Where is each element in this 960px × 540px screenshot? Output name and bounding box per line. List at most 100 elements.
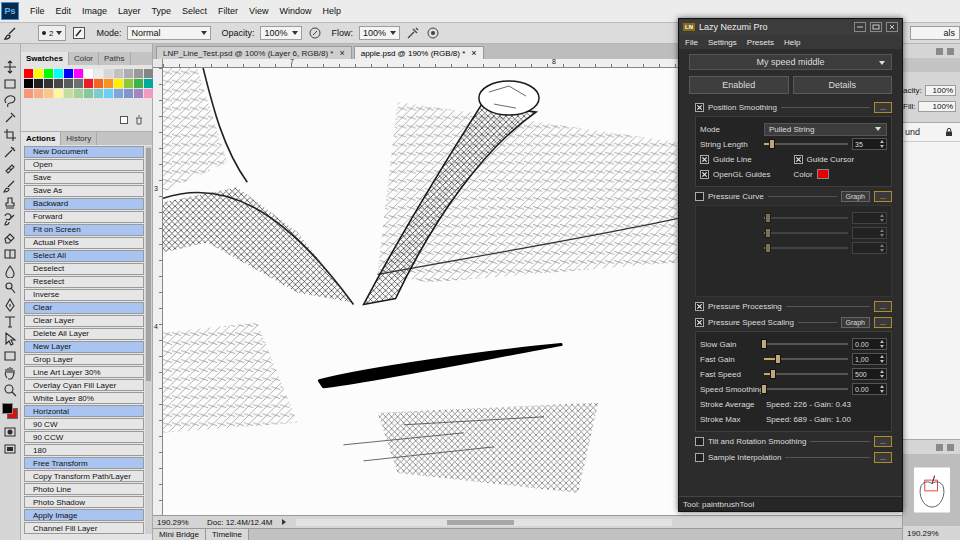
action-button[interactable]: Clear: [24, 302, 144, 314]
number-field[interactable]: 0.00: [852, 383, 887, 395]
action-button[interactable]: Inverse: [24, 289, 144, 301]
swatch[interactable]: [54, 79, 63, 88]
pin-icon[interactable]: [854, 22, 866, 32]
collapse-icon[interactable]: [936, 48, 943, 55]
more-button[interactable]: ...: [874, 102, 892, 113]
swatch[interactable]: [124, 89, 133, 98]
menu-item[interactable]: Select: [182, 6, 207, 16]
hand-tool-icon[interactable]: [3, 366, 17, 380]
action-button[interactable]: New Layer: [24, 341, 144, 353]
slider[interactable]: [764, 339, 848, 349]
quick-select-tool-icon[interactable]: [3, 111, 17, 125]
swatch[interactable]: [74, 89, 83, 98]
move-tool-icon[interactable]: [3, 60, 17, 74]
navigator-zoom[interactable]: 190.29%: [903, 526, 960, 540]
swatch[interactable]: [124, 79, 133, 88]
pressure-opacity-icon[interactable]: [308, 26, 322, 40]
menu-item[interactable]: Layer: [118, 6, 141, 16]
slider-thumb[interactable]: [770, 369, 776, 379]
restore-icon[interactable]: [870, 22, 882, 32]
dodge-tool-icon[interactable]: [3, 281, 17, 295]
pressure-size-icon[interactable]: [426, 26, 440, 40]
spin-arrows-icon[interactable]: [879, 139, 885, 149]
checkbox[interactable]: [695, 302, 704, 311]
gradient-tool-icon[interactable]: [3, 247, 17, 261]
color-picker[interactable]: Color: [794, 169, 888, 179]
more-button[interactable]: ...: [874, 301, 892, 312]
swatch[interactable]: [84, 79, 93, 88]
swatch[interactable]: [114, 79, 123, 88]
swatch[interactable]: [44, 89, 53, 98]
number-field[interactable]: 35: [852, 138, 887, 150]
panel-tab[interactable]: Paths: [99, 52, 130, 65]
color-swatch[interactable]: [817, 169, 829, 179]
menu-item[interactable]: Settings: [708, 38, 737, 47]
swatch[interactable]: [114, 89, 123, 98]
action-button[interactable]: New Document: [24, 146, 144, 158]
action-button[interactable]: White Layer 80%: [24, 392, 144, 404]
action-button[interactable]: Channel Fill Layer: [24, 522, 144, 534]
close-icon[interactable]: [886, 22, 898, 32]
checkbox-item[interactable]: Guide Line: [700, 155, 794, 164]
swatch[interactable]: [124, 69, 133, 78]
swatch[interactable]: [34, 79, 43, 88]
new-layer-icon[interactable]: [936, 444, 943, 451]
zoom-tool-icon[interactable]: [3, 383, 17, 397]
stamp-tool-icon[interactable]: [3, 196, 17, 210]
swatch[interactable]: [34, 89, 43, 98]
fill-field[interactable]: 100%: [918, 101, 956, 112]
menu-item[interactable]: Type: [152, 6, 172, 16]
more-button[interactable]: ...: [874, 452, 892, 463]
brush-tool-icon[interactable]: [3, 179, 17, 193]
brush-tool-icon[interactable]: [4, 26, 18, 40]
action-button[interactable]: Backward: [24, 198, 144, 210]
slider-thumb[interactable]: [775, 354, 781, 364]
more-button[interactable]: ...: [874, 317, 892, 328]
more-button[interactable]: ...: [874, 436, 892, 447]
slider-thumb[interactable]: [761, 384, 767, 394]
slider-thumb[interactable]: [769, 139, 775, 149]
slider[interactable]: [764, 243, 848, 253]
healing-tool-icon[interactable]: [3, 162, 17, 176]
document-tab[interactable]: LNP_Line_Test.psd @ 100% (Layer 6, RGB/8…: [156, 46, 352, 59]
swatch[interactable]: [134, 69, 143, 78]
spin-arrows-icon[interactable]: [879, 354, 885, 364]
swatch[interactable]: [144, 89, 153, 98]
panel-tab[interactable]: Mini Bridge: [153, 529, 206, 540]
swatch[interactable]: [54, 69, 63, 78]
slider[interactable]: [764, 354, 848, 364]
action-button[interactable]: 180: [24, 444, 144, 456]
action-button[interactable]: Photo Line: [24, 483, 144, 495]
swatch[interactable]: [94, 89, 103, 98]
action-button[interactable]: Actual Pixels: [24, 237, 144, 249]
title-bar[interactable]: LNLazy Nezumi Pro: [679, 19, 902, 35]
swatch[interactable]: [94, 79, 103, 88]
action-button[interactable]: 90 CW: [24, 418, 144, 430]
spin-arrows-icon[interactable]: [879, 243, 885, 253]
new-swatch-icon[interactable]: [119, 115, 129, 125]
swatch[interactable]: [74, 79, 83, 88]
panel-tab[interactable]: History: [61, 132, 97, 145]
action-button[interactable]: Photo Shadow: [24, 496, 144, 508]
trash-icon[interactable]: [134, 115, 144, 125]
spin-arrows-icon[interactable]: [879, 339, 885, 349]
menu-item[interactable]: Presets: [747, 38, 774, 47]
swatch[interactable]: [44, 79, 53, 88]
swatch[interactable]: [134, 79, 143, 88]
spin-arrows-icon[interactable]: [879, 384, 885, 394]
slider[interactable]: [764, 369, 848, 379]
swatch[interactable]: [84, 69, 93, 78]
swatch[interactable]: [114, 69, 123, 78]
swatch[interactable]: [24, 69, 33, 78]
action-button[interactable]: Apply Image: [24, 509, 144, 521]
action-button[interactable]: Copy Transform Path/Layer: [24, 470, 144, 482]
action-button[interactable]: 90 CCW: [24, 431, 144, 443]
action-button[interactable]: Open: [24, 159, 144, 171]
action-button[interactable]: Delete All Layer: [24, 328, 144, 340]
slider[interactable]: [764, 384, 848, 394]
action-button[interactable]: Horizontal: [24, 405, 144, 417]
menu-item[interactable]: File: [30, 6, 45, 16]
number-field[interactable]: 1,00: [852, 353, 887, 365]
spin-arrows-icon[interactable]: [879, 228, 885, 238]
document-tab[interactable]: apple.psd @ 190% (RGB/8) *×: [354, 46, 484, 59]
